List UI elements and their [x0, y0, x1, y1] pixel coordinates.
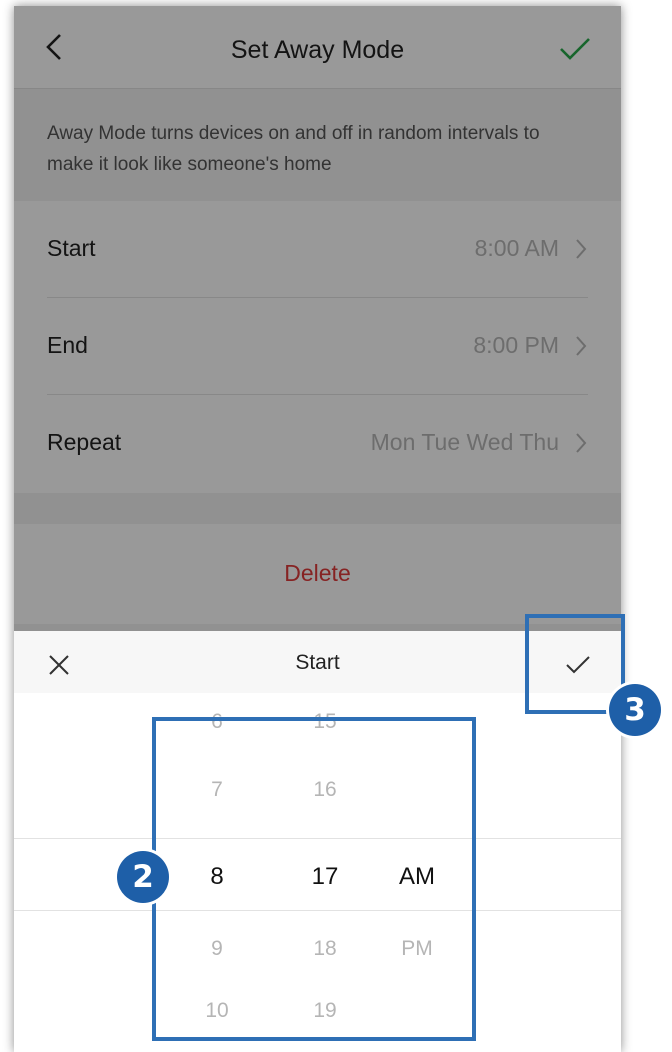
dim-overlay[interactable] [14, 6, 621, 631]
step-badge-2: 2 [117, 851, 169, 903]
picker-highlight-box [152, 717, 476, 1041]
step-badge-3: 3 [609, 684, 661, 736]
